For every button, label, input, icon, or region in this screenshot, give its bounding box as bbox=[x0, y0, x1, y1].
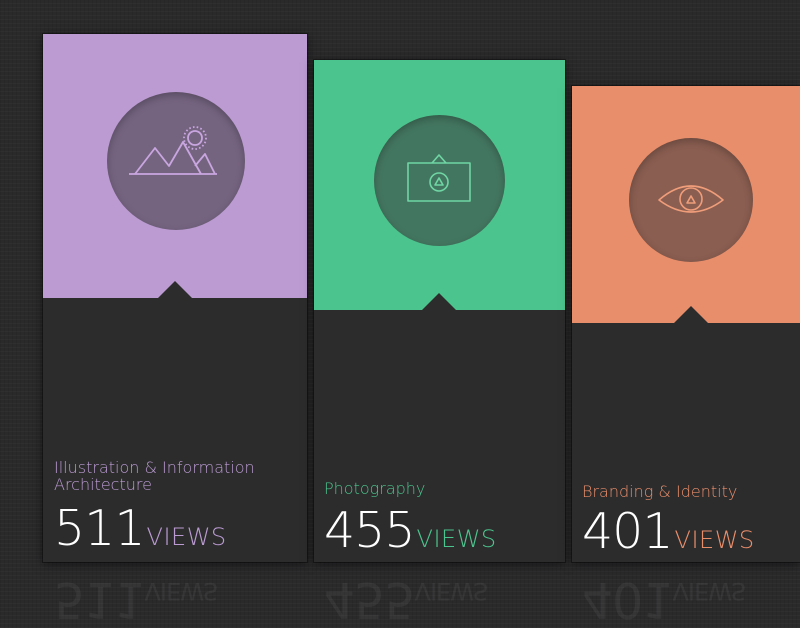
icon-circle bbox=[629, 138, 753, 262]
view-count: 455VIEWS bbox=[324, 506, 497, 564]
card-title: Illustration & Information Architecture bbox=[54, 458, 255, 494]
portfolio-card-illustration[interactable]: Illustration & Information Architecture … bbox=[43, 34, 307, 562]
portfolio-card-branding[interactable]: Branding & Identity 401VIEWS bbox=[572, 86, 800, 562]
view-count-reflection: 401VIEWS bbox=[582, 571, 746, 628]
view-count-number: 455 bbox=[324, 502, 416, 559]
portfolio-card-photography[interactable]: Photography 455VIEWS bbox=[314, 60, 565, 562]
icon-circle bbox=[107, 92, 245, 230]
card-header-panel bbox=[43, 34, 307, 298]
landscape-icon bbox=[129, 126, 217, 175]
view-count-reflection: 511VIEWS bbox=[54, 571, 218, 628]
card-title: Branding & Identity bbox=[582, 482, 738, 501]
view-count-number: 401 bbox=[582, 503, 674, 560]
view-count: 511VIEWS bbox=[54, 504, 227, 562]
icon-circle bbox=[374, 115, 505, 246]
view-count-number: 511 bbox=[54, 500, 146, 557]
camera-icon bbox=[407, 154, 471, 202]
card-title: Photography bbox=[324, 479, 426, 498]
views-label: VIEWS bbox=[674, 526, 755, 554]
card-header-panel bbox=[314, 60, 565, 310]
card-notch bbox=[422, 293, 456, 310]
card-header-panel bbox=[572, 86, 800, 323]
card-notch bbox=[158, 281, 192, 298]
eye-icon bbox=[658, 185, 724, 213]
views-label: VIEWS bbox=[146, 523, 227, 551]
view-count: 401VIEWS bbox=[582, 507, 755, 565]
views-label: VIEWS bbox=[416, 525, 497, 553]
card-notch bbox=[674, 306, 708, 323]
view-count-reflection: 455VIEWS bbox=[324, 571, 488, 628]
